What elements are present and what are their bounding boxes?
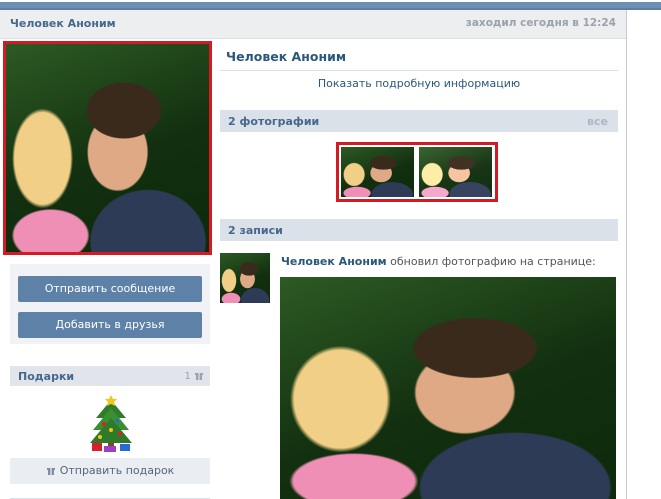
send-message-button[interactable]: Отправить сообщение (18, 276, 202, 302)
posts-section-header[interactable]: 2 записи (220, 219, 618, 241)
last-seen-status: заходил сегодня в 12:24 (465, 17, 616, 29)
post-photo[interactable] (280, 277, 616, 499)
avatar-photo[interactable] (6, 44, 209, 252)
divider (220, 70, 618, 71)
gift-icon (46, 468, 55, 475)
post-header: Человек Аноним обновил фотографию на стр… (281, 255, 596, 268)
gifts-count: 1 (184, 370, 204, 382)
add-friend-button[interactable]: Добавить в друзья (18, 312, 202, 338)
photo-thumbnail[interactable] (341, 147, 414, 197)
photo-thumbnails (336, 142, 498, 202)
post-author-link[interactable]: Человек Аноним (281, 255, 387, 268)
gifts-header[interactable]: Подарки 1 (10, 366, 210, 386)
post-author-avatar[interactable] (220, 253, 270, 303)
photos-section-title: 2 фотографии (228, 115, 320, 128)
christmas-tree-gift-icon[interactable] (86, 394, 136, 452)
post-action-text: обновил фотографию на странице: (390, 255, 596, 268)
send-gift-label: Отправить подарок (59, 464, 175, 477)
gifts-count-number: 1 (184, 371, 191, 382)
gift-icon (195, 373, 203, 380)
gifts-title: Подарки (18, 370, 75, 383)
top-bar (0, 0, 661, 10)
profile-header: Человек Аноним заходил сегодня в 12:24 (0, 10, 626, 39)
profile-page: Человек Аноним заходил сегодня в 12:24 О… (0, 10, 627, 499)
profile-avatar[interactable] (3, 41, 212, 255)
left-column: Отправить сообщение Добавить в друзья По… (0, 39, 218, 499)
send-gift-button[interactable]: Отправить подарок (10, 458, 210, 484)
profile-name: Человек Аноним (226, 49, 347, 64)
all-photos-link[interactable]: все (587, 115, 608, 128)
photo-thumbnail[interactable] (419, 147, 492, 197)
posts-section-title: 2 записи (228, 224, 283, 237)
header-name: Человек Аноним (10, 17, 116, 30)
photos-section-header[interactable]: 2 фотографии все (220, 110, 618, 132)
show-info-link[interactable]: Показать подробную информацию (220, 77, 618, 90)
right-column: Человек Аноним Показать подробную информ… (220, 39, 618, 499)
